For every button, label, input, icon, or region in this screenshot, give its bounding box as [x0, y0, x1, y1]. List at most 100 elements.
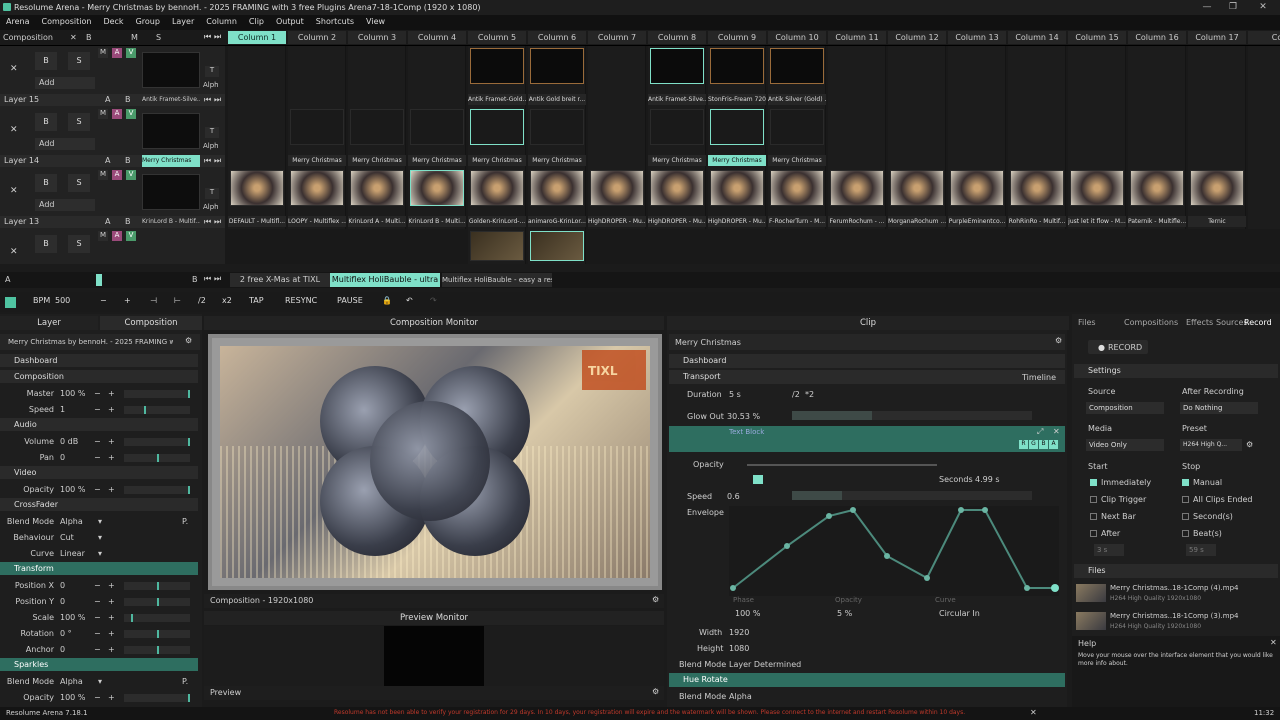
layer-active-clip[interactable]: Merry Christmas	[142, 155, 200, 167]
channel-r[interactable]: R	[1019, 440, 1028, 449]
clip-cell[interactable]: Merry Christmas	[648, 107, 706, 168]
media-select[interactable]: Video Only	[1086, 439, 1164, 451]
prop-value[interactable]: 0	[60, 453, 65, 462]
layer-t-button[interactable]: T	[205, 127, 219, 138]
prop-slider[interactable]	[124, 630, 190, 638]
expand-icon[interactable]: ⤢	[1037, 427, 1043, 437]
menu-group[interactable]: Group	[130, 15, 166, 26]
nudge-right-icon[interactable]: ⊢	[174, 296, 181, 305]
clip-cell[interactable]	[288, 46, 346, 107]
clip-cell[interactable]	[588, 46, 646, 107]
after-recording-select[interactable]: Do Nothing	[1180, 402, 1258, 414]
layer-add-select[interactable]: Add	[35, 77, 95, 89]
column-header-12[interactable]: Column 12	[888, 31, 946, 44]
clip-cell[interactable]	[1068, 107, 1126, 168]
source-select[interactable]: Composition	[1086, 402, 1164, 414]
comp-m-button[interactable]: M	[131, 33, 138, 42]
layer-alpha-button[interactable]: Alph	[203, 81, 219, 89]
monitor-gear-icon[interactable]: ⚙	[652, 595, 659, 604]
clip-cell[interactable]	[408, 46, 466, 107]
right-tab-sources[interactable]: Sources	[1216, 318, 1248, 327]
prop-value[interactable]: 0 °	[60, 629, 72, 638]
layer-name[interactable]: Layer 14	[4, 156, 39, 165]
layer-a-button[interactable]: A	[112, 231, 122, 241]
layer-clear-icon[interactable]: ✕	[10, 186, 18, 196]
layer-next-icon[interactable]: ⏭	[214, 94, 221, 106]
play-icon[interactable]	[753, 475, 763, 484]
layer-next-icon[interactable]: ⏭	[214, 155, 221, 167]
prop-minus[interactable]: −	[94, 405, 101, 414]
layer-alpha-button[interactable]: Alph	[203, 203, 219, 211]
help-close-icon[interactable]: ✕	[1270, 638, 1277, 647]
timeline-select[interactable]: Timeline	[1022, 373, 1056, 382]
clip-cell[interactable]: Antik Framet-Gold...	[468, 46, 526, 107]
clip-cell[interactable]: Merry Christmas	[528, 107, 586, 168]
column-header-18[interactable]: Co	[1248, 31, 1280, 44]
layer-a-button[interactable]: A	[112, 48, 122, 58]
channel-g[interactable]: G	[1029, 440, 1038, 449]
layer-active-clip[interactable]: Antik Framet-Silve...	[142, 94, 200, 106]
dropdown-arrow-icon[interactable]: ▾	[98, 517, 102, 526]
duration-div2[interactable]: /2	[792, 390, 800, 399]
glow-slider[interactable]	[792, 411, 1032, 420]
clip-dashboard[interactable]: Dashboard	[669, 354, 1065, 368]
prop-minus[interactable]: −	[94, 693, 101, 702]
column-header-10[interactable]: Column 10	[768, 31, 826, 44]
dropdown-arrow-icon[interactable]: ▾	[98, 533, 102, 542]
column-header-14[interactable]: Column 14	[1008, 31, 1066, 44]
section-sparkles[interactable]: Sparkles	[0, 658, 198, 671]
layer-m-button[interactable]: M	[98, 231, 108, 241]
hue-rotate-header[interactable]: Hue Rotate	[669, 673, 1065, 687]
column-header-17[interactable]: Column 17	[1188, 31, 1246, 44]
comp-gear-icon[interactable]: ⚙	[185, 336, 192, 345]
next-icon[interactable]: ⏭	[214, 32, 221, 42]
record-option[interactable]: Manual	[1182, 478, 1222, 492]
prop-minus[interactable]: −	[94, 453, 101, 462]
prop-value[interactable]: 0	[60, 597, 65, 606]
opacity-timeline[interactable]	[747, 464, 937, 466]
prop-plus[interactable]: +	[108, 389, 115, 398]
crossfader-handle[interactable]	[96, 274, 102, 286]
bpm-double-button[interactable]: x2	[222, 296, 232, 305]
resync-button[interactable]: RESYNC	[285, 296, 317, 305]
menu-view[interactable]: View	[360, 15, 391, 26]
layer-add-select[interactable]: Add	[35, 199, 95, 211]
clip-cell[interactable]: RohRinRo - Multif...	[1008, 168, 1066, 229]
prop-value[interactable]: 0 dB	[60, 437, 78, 446]
clip-cell[interactable]: HighDROPER - Mu...	[708, 168, 766, 229]
layer-solo-button[interactable]: S	[68, 235, 90, 253]
clip-transport[interactable]: Transport	[669, 370, 1065, 384]
file-item[interactable]: Merry Christmas..18-1Comp (4).mp4 H264 Hi…	[1074, 582, 1278, 608]
prop-minus[interactable]: −	[94, 597, 101, 606]
column-header-16[interactable]: Column 16	[1128, 31, 1186, 44]
column-header-2[interactable]: Column 2	[288, 31, 346, 44]
prop-minus[interactable]: −	[94, 581, 101, 590]
clip-cell[interactable]	[528, 229, 586, 264]
preset-gear-icon[interactable]: ⚙	[1246, 440, 1253, 449]
column-header-4[interactable]: Column 4	[408, 31, 466, 44]
env-phase-value[interactable]: 100 %	[735, 609, 760, 618]
layer-preview-thumb[interactable]	[142, 52, 200, 88]
layer-prev-icon[interactable]: ⏮	[204, 216, 211, 228]
env-curve-value[interactable]: Circular In	[939, 609, 980, 618]
prop-slider[interactable]	[124, 598, 190, 606]
dropdown-arrow-icon[interactable]: ▾	[98, 677, 102, 686]
prop-slider[interactable]	[124, 390, 190, 398]
record-option[interactable]: Second(s)	[1182, 512, 1233, 526]
clip-cell[interactable]: Golden-KrinLord-...	[468, 168, 526, 229]
clip-cell[interactable]	[1248, 168, 1280, 229]
column-header-1[interactable]: Column 1	[228, 31, 286, 44]
checkbox[interactable]	[1182, 496, 1189, 503]
layer-solo-button[interactable]: S	[68, 113, 90, 131]
hue-blend-select[interactable]: Alpha	[729, 692, 752, 701]
prop-value[interactable]: 0	[60, 645, 65, 654]
comp-b-button[interactable]: B	[86, 33, 92, 42]
prop-minus[interactable]: −	[94, 485, 101, 494]
prop-slider[interactable]	[124, 438, 190, 446]
clip-cell[interactable]: Antik Silver (Gold) ...	[768, 46, 826, 107]
prop-slider[interactable]	[124, 486, 190, 494]
clip-cell[interactable]	[228, 46, 286, 107]
column-header-3[interactable]: Column 3	[348, 31, 406, 44]
undo-icon[interactable]: ↶	[406, 296, 413, 305]
clip-cell[interactable]: MorganaRochum ...	[888, 168, 946, 229]
